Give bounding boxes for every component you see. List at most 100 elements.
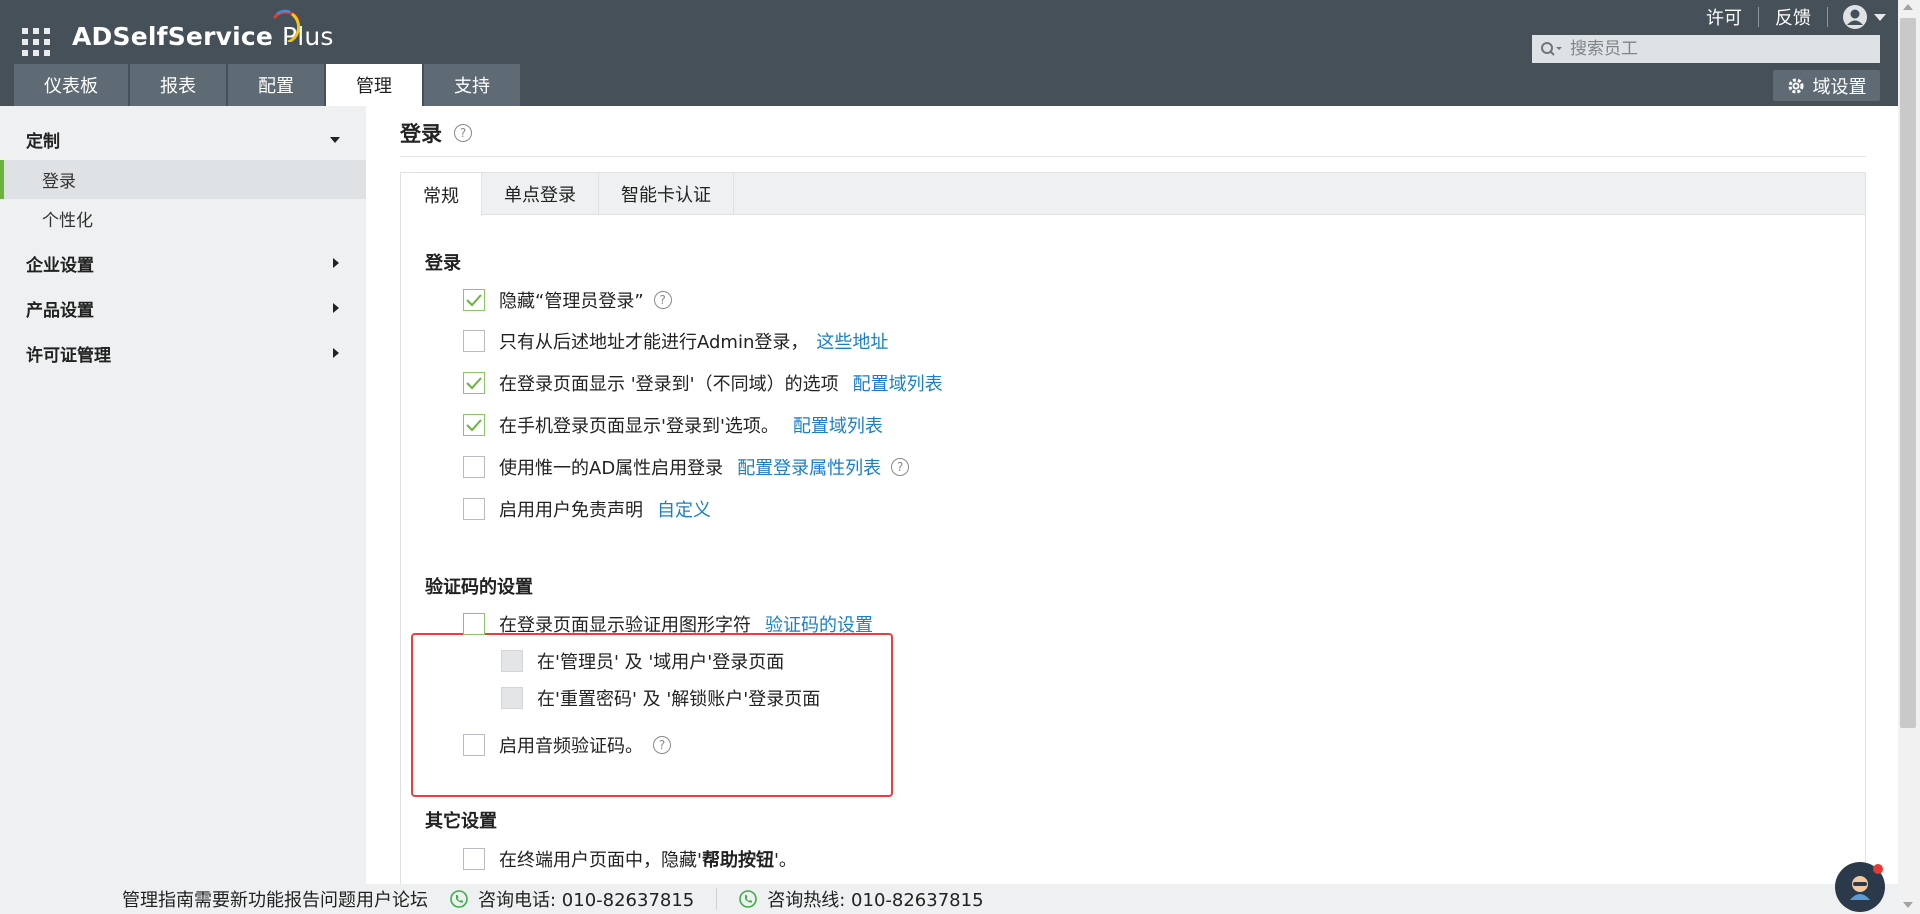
option-label: 隐藏“管理员登录” — [499, 291, 644, 312]
option-unique-ad-attribute-login: 使用惟一的AD属性启用登录 配置登录属性列表 ? — [463, 453, 910, 481]
hide-admin-login-checkbox[interactable] — [463, 289, 485, 311]
help-icon[interactable]: ? — [653, 291, 672, 309]
captcha-section-heading: 验证码的设置 — [425, 577, 533, 598]
configure-domain-list-link[interactable]: 配置域列表 — [793, 412, 883, 438]
option-label: 在终端用户页面中，隐藏' — [499, 850, 702, 871]
option-hide-admin-login: 隐藏“管理员登录” ? — [463, 286, 672, 314]
option-label: '。 — [773, 850, 797, 871]
consult-hotline-text: 咨询热线: 010-82637815 — [767, 890, 984, 911]
app-logo[interactable]: ADSelfService Plus — [72, 9, 334, 62]
option-label: 只有从后述地址才能进行Admin登录， — [499, 332, 809, 353]
option-label: 使用惟一的AD属性启用登录 — [499, 458, 724, 479]
chatbot-icon — [1850, 876, 1870, 900]
domain-settings-button[interactable]: 域设置 — [1773, 70, 1880, 101]
option-hide-help-button: 在终端用户页面中，隐藏' 帮助按钮 '。 — [463, 845, 797, 873]
notification-dot — [1873, 864, 1883, 874]
captcha-settings-link[interactable]: 验证码的设置 — [765, 611, 873, 637]
configure-domain-list-link[interactable]: 配置域列表 — [853, 370, 943, 396]
show-login-to-checkbox[interactable] — [463, 372, 485, 394]
captcha-reset-unlock-checkbox[interactable] — [501, 687, 523, 709]
footer-links[interactable]: 管理指南需要新功能报告问题用户论坛 — [122, 886, 428, 912]
option-label-bold: 帮助按钮 — [701, 850, 774, 871]
consult-hotline: 咨询热线: 010-82637815 — [739, 886, 984, 912]
tab-smart-card-auth[interactable]: 智能卡认证 — [599, 173, 734, 215]
chevron-right-icon — [333, 258, 339, 268]
tab-general[interactable]: 常规 — [401, 173, 482, 216]
captcha-admin-domain-user-checkbox[interactable] — [501, 650, 523, 672]
hide-help-button-checkbox[interactable] — [463, 848, 485, 870]
option-user-disclaimer: 启用用户免责声明 自定义 — [463, 495, 711, 523]
option-admin-login-from-addresses: 只有从后述地址才能进行Admin登录， 这些地址 — [463, 327, 888, 355]
sidebar-section-customize[interactable]: 定制 — [0, 118, 366, 160]
main-content: 登录 ? 常规 单点登录 智能卡认证 登录 隐藏“管理员登录” ? 只有从后述地… — [400, 106, 1866, 884]
audio-captcha-checkbox[interactable] — [463, 734, 485, 756]
top-links: 许可 反馈 — [1690, 2, 1886, 32]
apps-grid-icon[interactable] — [22, 28, 50, 56]
search-icon[interactable] — [1532, 35, 1570, 63]
scroll-up-arrow-icon[interactable] — [1903, 4, 1913, 10]
top-header: ADSelfService Plus 许可 反馈 搜索员工 仪表板 报表 配置 … — [0, 0, 1920, 106]
search-input[interactable] — [1570, 39, 1870, 59]
tab-dashboard[interactable]: 仪表板 — [14, 64, 128, 106]
sidebar-section-label: 产品设置 — [26, 300, 94, 321]
user-menu[interactable] — [1828, 4, 1886, 30]
tab-single-sign-on[interactable]: 单点登录 — [482, 173, 599, 215]
sidebar: 定制 登录 个性化 企业设置 产品设置 许可证管理 — [0, 106, 366, 884]
chevron-down-icon — [1874, 13, 1886, 21]
checkmark-icon — [466, 419, 482, 432]
show-captcha-checkbox[interactable] — [463, 613, 485, 635]
checkmark-icon — [466, 294, 482, 307]
help-icon[interactable]: ? — [891, 458, 910, 476]
sub-tabs: 常规 单点登录 智能卡认证 — [401, 173, 1865, 216]
feedback-link[interactable]: 反馈 — [1759, 4, 1827, 30]
option-show-captcha: 在登录页面显示验证用图形字符 验证码的设置 — [463, 610, 873, 638]
sidebar-section-enterprise-settings[interactable]: 企业设置 — [0, 242, 366, 284]
gear-icon — [1788, 78, 1803, 93]
help-icon[interactable]: ? — [653, 736, 671, 754]
tab-admin[interactable]: 管理 — [326, 64, 422, 106]
logo-swoosh-icon — [272, 9, 301, 42]
help-icon[interactable]: ? — [454, 124, 472, 142]
sidebar-item-login[interactable]: 登录 — [0, 160, 366, 199]
scroll-down-arrow-icon[interactable] — [1903, 902, 1913, 908]
option-label: 启用音频验证码。 — [499, 736, 643, 757]
chatbot-button[interactable] — [1835, 862, 1885, 912]
license-link[interactable]: 许可 — [1690, 4, 1758, 30]
customize-link[interactable]: 自定义 — [657, 496, 711, 522]
phone-icon — [450, 890, 468, 908]
sidebar-section-license-management[interactable]: 许可证管理 — [0, 332, 366, 374]
option-label: 在登录页面显示 '登录到'（不同域）的选项 — [499, 374, 839, 395]
scrollbar-thumb[interactable] — [1900, 18, 1916, 728]
configure-login-attribute-list-link[interactable]: 配置登录属性列表 — [737, 454, 881, 480]
option-mobile-login-to: 在手机登录页面显示'登录到'选项。 配置域列表 — [463, 411, 883, 439]
option-label: 启用用户免责声明 — [499, 500, 643, 521]
login-section-heading: 登录 — [425, 253, 461, 274]
option-label: 在'重置密码' 及 '解锁账户'登录页面 — [537, 689, 821, 710]
user-disclaimer-checkbox[interactable] — [463, 498, 485, 520]
main-nav-tabs: 仪表板 报表 配置 管理 支持 — [14, 64, 522, 106]
tab-configuration[interactable]: 配置 — [228, 64, 324, 106]
admin-login-addresses-checkbox[interactable] — [463, 330, 485, 352]
sidebar-section-product-settings[interactable]: 产品设置 — [0, 287, 366, 329]
option-label: 在手机登录页面显示'登录到'选项。 — [499, 416, 779, 437]
settings-panel: 常规 单点登录 智能卡认证 登录 隐藏“管理员登录” ? 只有从后述地址才能进行… — [400, 172, 1866, 884]
tab-reports[interactable]: 报表 — [130, 64, 226, 106]
consult-phone-text: 咨询电话: 010-82637815 — [478, 890, 695, 911]
unique-ad-attribute-checkbox[interactable] — [463, 456, 485, 478]
option-label: 在'管理员' 及 '域用户'登录页面 — [537, 652, 785, 673]
option-audio-captcha: 启用音频验证码。 ? — [463, 731, 671, 759]
mobile-login-to-checkbox[interactable] — [463, 414, 485, 436]
page-title-text: 登录 — [400, 122, 442, 146]
tab-support[interactable]: 支持 — [424, 64, 520, 106]
phone-icon — [739, 890, 758, 908]
user-avatar-icon — [1843, 5, 1867, 29]
consult-phone: 咨询电话: 010-82637815 — [450, 886, 694, 912]
sidebar-item-personalize[interactable]: 个性化 — [0, 199, 366, 238]
employee-search — [1532, 35, 1880, 63]
option-label: 在登录页面显示验证用图形字符 — [499, 615, 751, 636]
these-addresses-link[interactable]: 这些地址 — [816, 328, 888, 354]
domain-settings-label: 域设置 — [1812, 76, 1867, 98]
option-captcha-reset-unlock: 在'重置密码' 及 '解锁账户'登录页面 — [501, 684, 820, 712]
checkmark-icon — [466, 377, 482, 390]
chevron-right-icon — [333, 348, 339, 358]
